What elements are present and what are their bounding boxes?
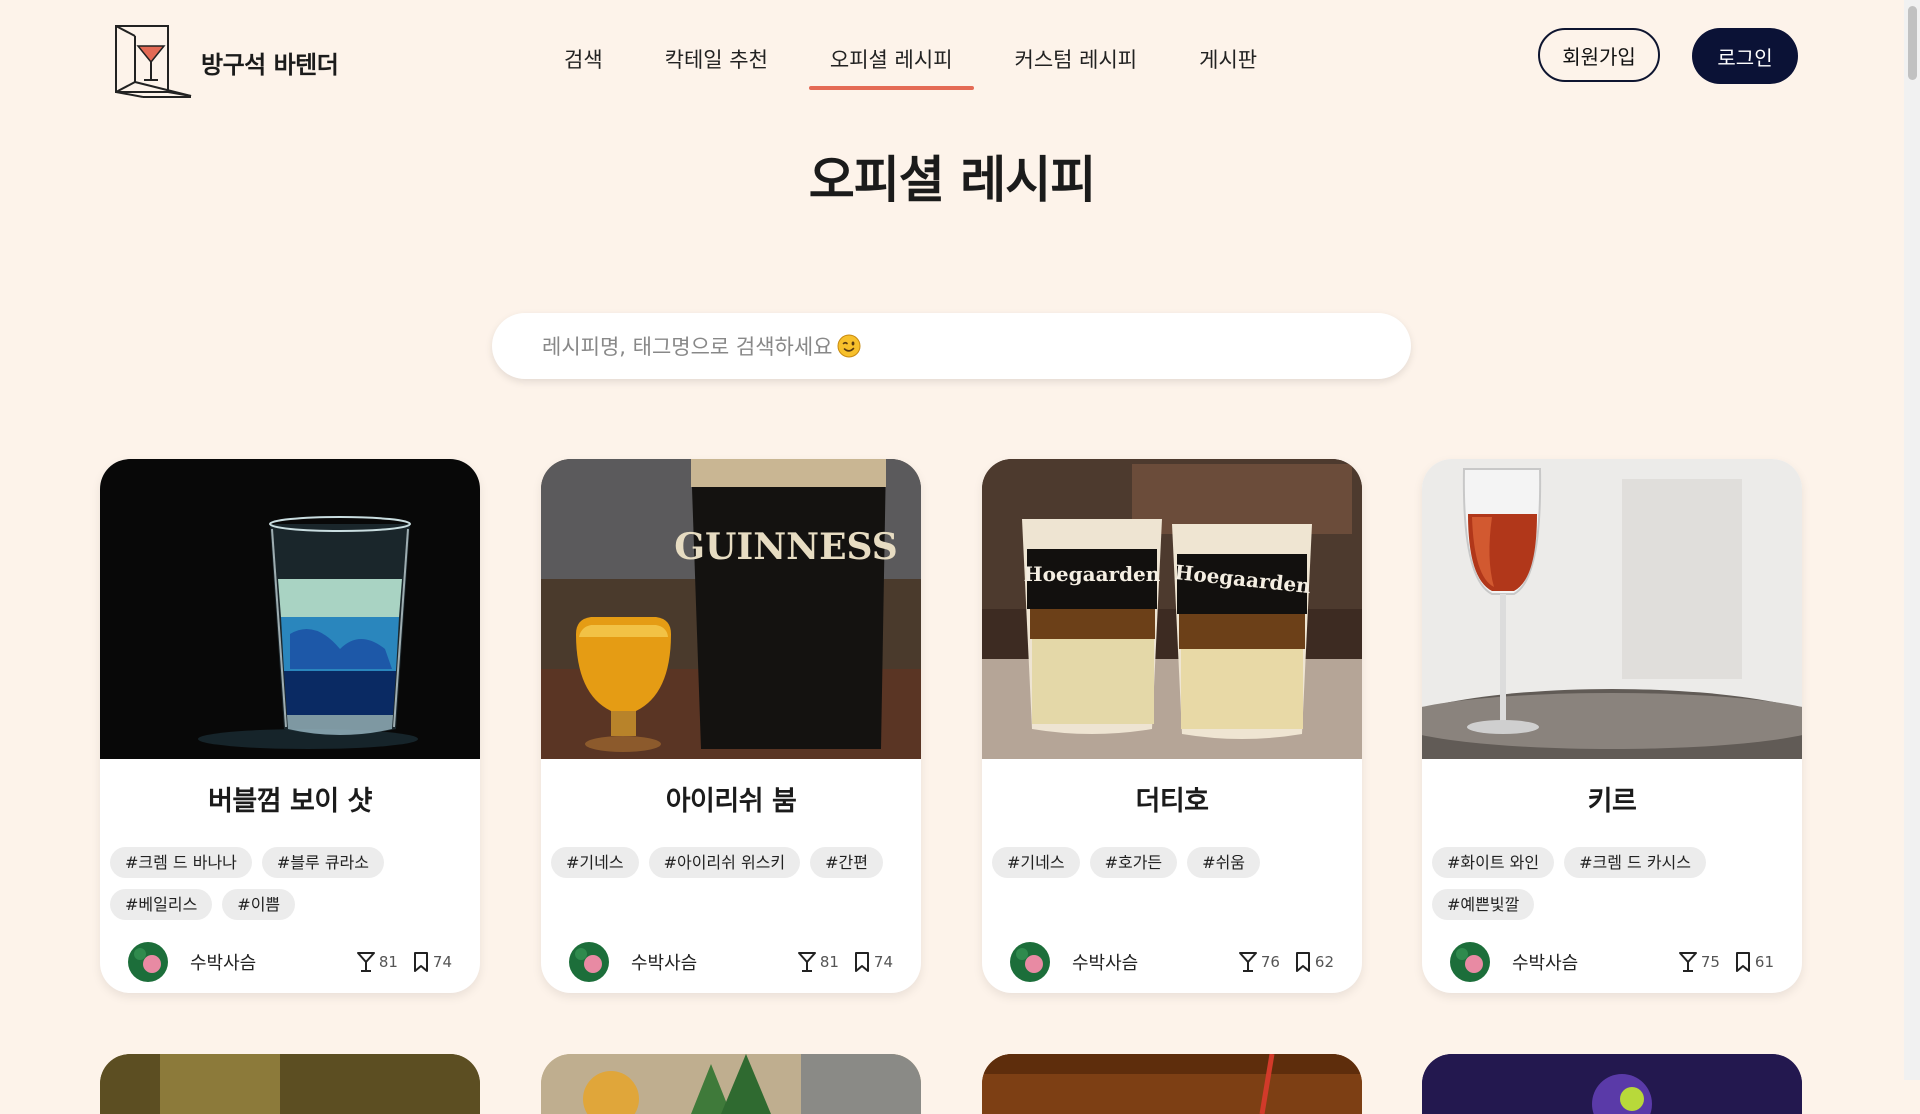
- top-header: 방구석 바텐더 검색 칵테일 추천 오피셜 레시피 커스텀 레시피 게시판 회원…: [0, 0, 1904, 110]
- tag[interactable]: #베일리스: [110, 889, 213, 920]
- like-count-value: 75: [1700, 953, 1720, 971]
- scrollbar-thumb[interactable]: [1908, 6, 1917, 80]
- login-button[interactable]: 로그인: [1692, 28, 1798, 84]
- cocktail-glass-icon: [1238, 952, 1257, 972]
- recipe-title: 아이리쉬 붐: [665, 786, 797, 817]
- recipe-card-partial[interactable]: [982, 1054, 1362, 1114]
- card-footer: 수박사슴 81 74: [128, 942, 452, 982]
- bookmark-count-value: 74: [432, 953, 452, 971]
- recipe-card[interactable]: 키르 #화이트 와인 #크렘 드 카시스 #예쁜빛깔 수박사슴 75 61: [1422, 459, 1802, 993]
- search-input[interactable]: 레시피명, 태그명으로 검색하세요: [492, 313, 1411, 379]
- recipe-card[interactable]: Hoegaarden Hoegaarden 더티호 #기네스 #호가든 #쉬움 …: [982, 459, 1362, 993]
- cocktail-cube-icon: [115, 25, 192, 98]
- recipe-title: 더티호: [1135, 786, 1209, 817]
- like-count-value: 81: [378, 953, 398, 971]
- page-scrollbar[interactable]: [1904, 0, 1920, 1080]
- like-count[interactable]: 81: [797, 951, 839, 973]
- bookmark-count[interactable]: 61: [1734, 951, 1774, 973]
- tag-list: #기네스 #호가든 #쉬움: [992, 847, 1352, 889]
- tag[interactable]: #예쁜빛깔: [1432, 889, 1535, 920]
- card-footer: 수박사슴 75 61: [1450, 942, 1774, 982]
- guinness-logo-text: GUINNESS: [674, 526, 897, 568]
- search-placeholder: 레시피명, 태그명으로 검색하세요: [542, 335, 833, 359]
- like-count[interactable]: 76: [1238, 951, 1280, 973]
- recipe-photo-irish-boom: GUINNESS: [541, 459, 921, 759]
- recipe-card[interactable]: 버블껌 보이 샷 #크렘 드 바나나 #블루 큐라소 #베일리스 #이쁨 수박사…: [100, 459, 480, 993]
- hoegaarden-logo-text: Hoegaarden: [1024, 562, 1161, 586]
- main-nav: 검색 칵테일 추천 오피셜 레시피 커스텀 레시피 게시판: [564, 44, 1319, 90]
- nav-board[interactable]: 게시판: [1199, 44, 1257, 90]
- bookmark-icon: [1735, 952, 1750, 972]
- bookmark-count-value: 61: [1754, 953, 1774, 971]
- tag-list: #화이트 와인 #크렘 드 카시스 #예쁜빛깔: [1432, 847, 1792, 931]
- author-name[interactable]: 수박사슴: [190, 949, 348, 975]
- tag[interactable]: #아이리쉬 위스키: [648, 847, 801, 878]
- tag[interactable]: #크렘 드 바나나: [110, 847, 252, 878]
- recipe-card-partial[interactable]: [541, 1054, 921, 1114]
- tag[interactable]: #화이트 와인: [1432, 847, 1555, 878]
- tag-list: #크렘 드 바나나 #블루 큐라소 #베일리스 #이쁨: [110, 847, 470, 931]
- recipe-card-partial[interactable]: [1422, 1054, 1802, 1114]
- cocktail-glass-icon: [1678, 952, 1697, 972]
- bookmark-count[interactable]: 74: [853, 951, 893, 973]
- bookmark-icon: [854, 952, 869, 972]
- bookmark-count[interactable]: 74: [412, 951, 452, 973]
- brand-name: 방구석 바텐더: [201, 50, 339, 79]
- tag[interactable]: #크렘 드 카시스: [1564, 847, 1706, 878]
- like-count-value: 76: [1260, 953, 1280, 971]
- author-name[interactable]: 수박사슴: [1512, 949, 1670, 975]
- winking-face-icon: [837, 334, 861, 358]
- card-footer: 수박사슴 81 74: [569, 942, 893, 982]
- recipe-photo-kir: [1422, 459, 1802, 759]
- tag[interactable]: #간편: [810, 847, 883, 878]
- like-count-value: 81: [819, 953, 839, 971]
- nav-cocktail-recommend[interactable]: 칵테일 추천: [665, 44, 768, 90]
- tag[interactable]: #호가든: [1089, 847, 1178, 878]
- avatar[interactable]: [128, 942, 168, 982]
- tag[interactable]: #이쁨: [222, 889, 296, 920]
- bookmark-count-value: 74: [873, 953, 893, 971]
- tag-list: #기네스 #아이리쉬 위스키 #간편: [551, 847, 911, 889]
- cocktail-glass-icon: [797, 952, 816, 972]
- tag[interactable]: #쉬움: [1187, 847, 1261, 878]
- brand-logo[interactable]: 방구석 바텐더: [113, 22, 339, 100]
- like-count[interactable]: 75: [1678, 951, 1720, 973]
- nav-custom-recipe[interactable]: 커스텀 레시피: [1015, 44, 1138, 90]
- recipe-card[interactable]: GUINNESS 아이리쉬 붐 #기네스 #아이리쉬 위스키 #간편 수박사슴 …: [541, 459, 921, 993]
- author-name[interactable]: 수박사슴: [631, 949, 789, 975]
- cocktail-glass-icon: [356, 952, 375, 972]
- bookmark-count[interactable]: 62: [1294, 951, 1334, 973]
- tag[interactable]: #기네스: [992, 847, 1080, 878]
- avatar[interactable]: [1450, 942, 1490, 982]
- recipe-title: 키르: [1587, 786, 1637, 817]
- bookmark-icon: [413, 952, 428, 972]
- recipe-photo-bubblegum: [100, 459, 480, 759]
- signup-button[interactable]: 회원가입: [1538, 28, 1660, 82]
- bookmark-count-value: 62: [1314, 953, 1334, 971]
- bookmark-icon: [1295, 952, 1310, 972]
- avatar[interactable]: [569, 942, 609, 982]
- recipe-card-partial[interactable]: [100, 1054, 480, 1114]
- avatar[interactable]: [1010, 942, 1050, 982]
- recipe-title: 버블껌 보이 샷: [208, 786, 372, 817]
- tag[interactable]: #블루 큐라소: [261, 847, 384, 878]
- author-name[interactable]: 수박사슴: [1072, 949, 1230, 975]
- page-title: 오피셜 레시피: [808, 151, 1096, 209]
- recipe-photo-dirty-ho: Hoegaarden Hoegaarden: [982, 459, 1362, 759]
- nav-official-recipe[interactable]: 오피셜 레시피: [808, 44, 974, 90]
- card-footer: 수박사슴 76 62: [1010, 942, 1334, 982]
- nav-search[interactable]: 검색: [564, 44, 603, 90]
- like-count[interactable]: 81: [356, 951, 398, 973]
- tag[interactable]: #기네스: [551, 847, 639, 878]
